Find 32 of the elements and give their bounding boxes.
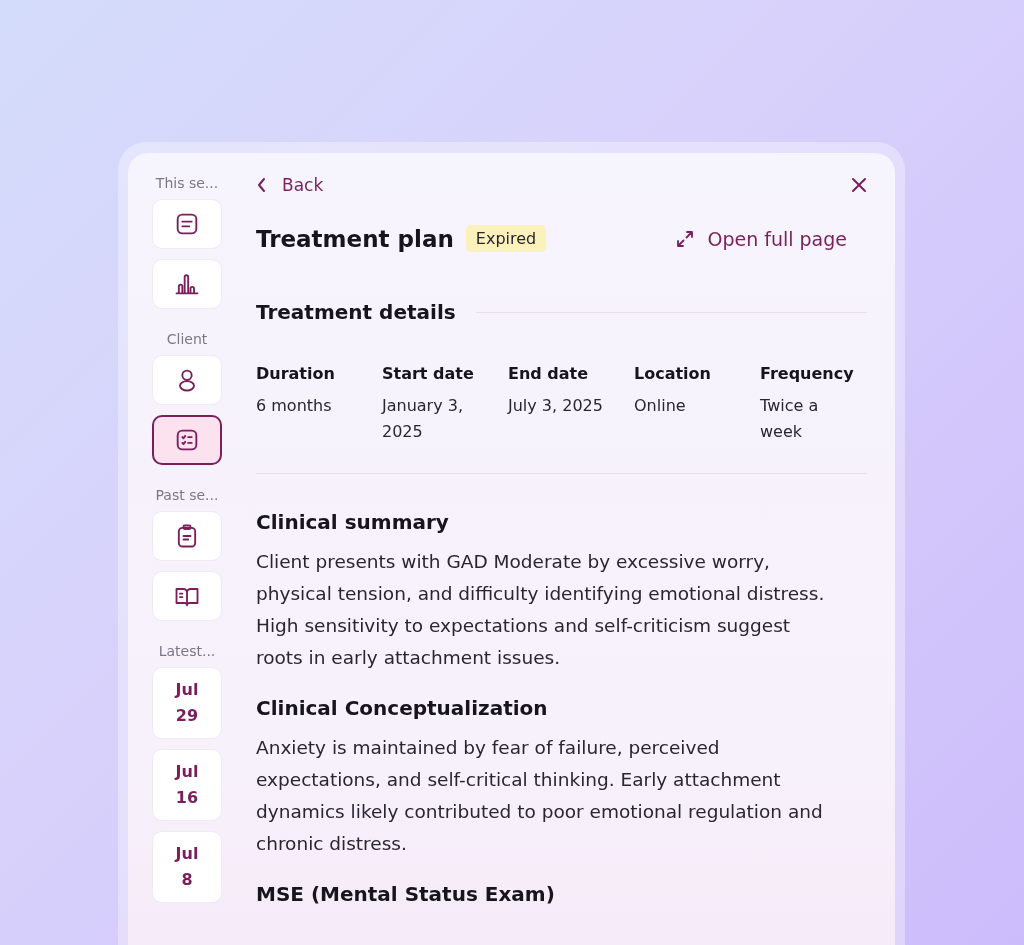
sidebar-group-label: Client bbox=[166, 331, 208, 347]
expand-icon bbox=[675, 228, 696, 249]
close-button[interactable] bbox=[851, 177, 867, 193]
chevron-left-icon bbox=[256, 177, 268, 193]
section-heading: Clinical summary bbox=[256, 510, 450, 534]
section-heading: MSE (Mental Status Exam) bbox=[256, 882, 556, 906]
section-heading: Clinical Conceptualization bbox=[256, 696, 549, 720]
field-label: Duration bbox=[256, 364, 336, 383]
field-label: Start date bbox=[382, 364, 475, 383]
section-text: Client presents with GAD Moderate by excessive worry, physical tension, and difficulty identifying emotional distress. High sensitivity to expectations and self-criticism suggest roots in early attachment issues. bbox=[256, 550, 826, 670]
close-icon bbox=[851, 177, 867, 193]
field-label: Frequency bbox=[760, 364, 855, 383]
sidebar-group-label: Latest... bbox=[158, 643, 216, 659]
status-badge: Expired bbox=[465, 225, 547, 252]
sidebar-group-label: Past se... bbox=[155, 487, 219, 503]
session-date-button[interactable]: Jul 29 bbox=[152, 667, 222, 739]
field-value: July 3, 2025 bbox=[508, 395, 604, 417]
section-heading: Treatment details bbox=[256, 300, 456, 324]
section-text: Anxiety is maintained by fear of failure, perceived expectations, and self-critical thinking. Early attachment dynamics likely contributed to poor emotional regulation and chronic distress. bbox=[256, 736, 824, 856]
sidebar-button[interactable] bbox=[152, 415, 222, 465]
field-label: Location bbox=[634, 364, 712, 383]
field-value: Twice a week bbox=[760, 395, 820, 443]
session-date-button[interactable]: Jul 8 bbox=[152, 831, 222, 903]
back-button[interactable]: Back bbox=[256, 175, 324, 195]
field-value: Online bbox=[634, 395, 687, 417]
open-full-page-link[interactable]: Open full page bbox=[675, 227, 847, 250]
field-value: 6 months bbox=[256, 395, 333, 417]
sidebar-group-label: This se... bbox=[155, 175, 219, 191]
field-value: January 3, 2025 bbox=[382, 395, 464, 443]
page-title: Treatment plan bbox=[256, 225, 454, 252]
field-label: End date bbox=[508, 364, 590, 383]
session-date-button[interactable]: Jul 16 bbox=[152, 749, 222, 821]
